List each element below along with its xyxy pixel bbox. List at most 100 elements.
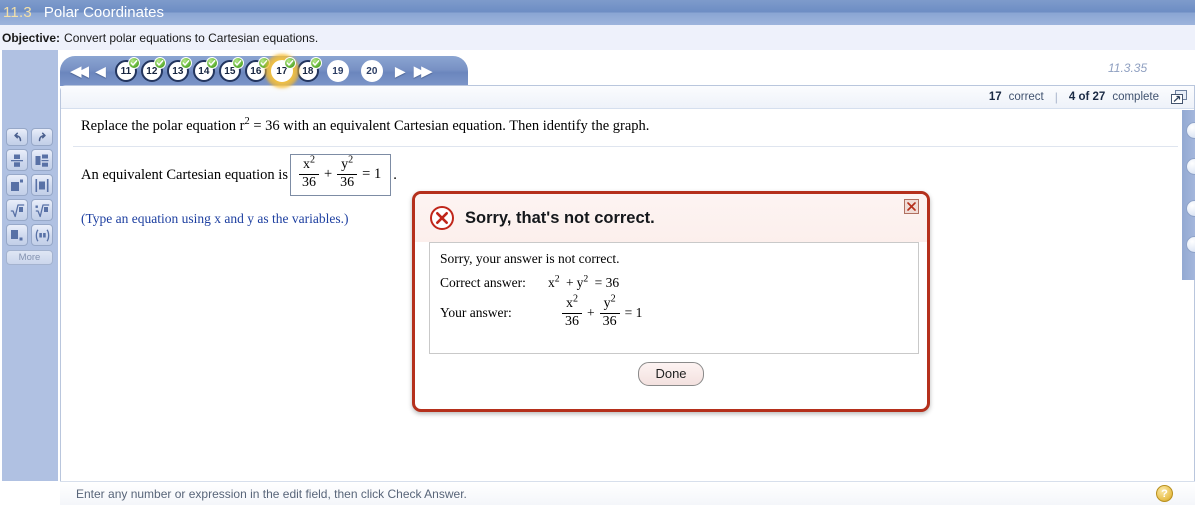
mixed-number-icon[interactable] <box>31 149 53 171</box>
completed-check-icon <box>283 57 296 69</box>
incorrect-answer-dialog: Sorry, that's not correct. Sorry, your a… <box>412 191 930 412</box>
nav-button-label: 20 <box>366 65 378 77</box>
complete-label: complete <box>1112 91 1159 103</box>
redo-icon[interactable] <box>31 128 53 146</box>
nav-button-13[interactable]: 13 <box>166 57 192 82</box>
subscript-icon[interactable] <box>6 224 28 246</box>
fraction-denominator: 36 <box>602 313 617 329</box>
objective-text: Convert polar equations to Cartesian equ… <box>64 30 319 45</box>
exercise-id-label: 11.3.35 <box>1108 61 1148 75</box>
left-toolbar-rail <box>0 50 58 505</box>
numerator-exponent: 2 <box>572 293 579 305</box>
your-answer-expression: x2 36 + y2 36 = 1 <box>560 294 645 329</box>
absolute-value-icon[interactable] <box>31 174 53 196</box>
fraction-numerator: x2 <box>300 155 318 173</box>
expand-window-icon[interactable] <box>1170 89 1188 105</box>
answer-row: An equivalent Cartesian equation is x2 3… <box>81 154 397 196</box>
palette-row-subscript-interval <box>6 224 54 246</box>
objective-bar: Objective: Convert polar equations to Ca… <box>0 25 1195 50</box>
answer-input-field[interactable]: x2 36 + y2 36 = 1 <box>289 154 392 196</box>
close-icon[interactable] <box>904 199 919 214</box>
numerator-exponent: 2 <box>348 154 354 166</box>
dialog-correct-answer-row: Correct answer: x2 + y2 = 36 <box>440 273 908 291</box>
previous-exercise-arrow[interactable]: ◀ <box>93 64 108 78</box>
answer-equals: = 1 <box>362 166 382 182</box>
nav-button-18[interactable]: 18 <box>296 57 322 82</box>
undo-icon[interactable] <box>6 128 28 146</box>
fraction-numerator: x2 <box>563 294 581 312</box>
right-panel-button-3[interactable] <box>1186 200 1195 217</box>
your-answer-equals: = 1 <box>624 305 643 321</box>
completed-check-icon <box>127 57 140 69</box>
right-panel-button-1[interactable] <box>1186 122 1195 139</box>
palette-row-undo-redo <box>6 128 54 146</box>
nav-button-16[interactable]: 16 <box>244 57 270 82</box>
section-title: Polar Coordinates <box>43 4 164 21</box>
nav-button-20[interactable]: 20 <box>360 60 383 82</box>
dialog-body: Sorry, your answer is not correct. Corre… <box>429 242 919 354</box>
bottom-status-bar: Enter any number or expression in the ed… <box>60 481 1195 505</box>
correct-count: 17 <box>988 91 1002 103</box>
completed-check-icon <box>309 57 322 69</box>
nav-button-17-current[interactable]: 17 <box>270 57 296 82</box>
interval-icon[interactable] <box>31 224 53 246</box>
numerator-variable: x <box>565 296 573 311</box>
nav-button-11[interactable]: 11 <box>114 57 140 82</box>
correct-plus: + <box>565 275 574 290</box>
nav-button-label: 19 <box>332 65 344 77</box>
question-divider <box>73 146 1178 147</box>
your-answer-label: Your answer: <box>440 305 512 321</box>
right-panel-button-2[interactable] <box>1186 158 1195 175</box>
correct-answer-expression: x2 + y2 = 36 <box>548 273 622 291</box>
dialog-your-answer-row: Your answer: x2 36 + y2 36 = 1 <box>440 294 908 329</box>
your-answer-operator: + <box>587 305 595 321</box>
right-panel-button-4[interactable] <box>1186 236 1195 253</box>
left-toolbar-background <box>2 50 58 505</box>
correct-label: correct <box>1008 91 1044 103</box>
objective-label: Objective: <box>2 30 61 45</box>
correct-equals: = 36 <box>594 275 620 290</box>
completed-check-icon <box>231 57 244 69</box>
exercise-navigation-bar: ◀◀ ◀ 11 12 13 14 15 16 17 18 19 20 ▶ ▶▶ <box>60 56 468 86</box>
dialog-header: Sorry, that's not correct. <box>415 194 927 242</box>
your-fraction-1: x2 36 <box>562 294 582 329</box>
fraction-icon[interactable] <box>6 149 28 171</box>
answer-prompt: An equivalent Cartesian equation is <box>81 166 288 183</box>
section-number: 11.3 <box>3 4 32 21</box>
next-exercise-arrow[interactable]: ▶ <box>393 64 408 78</box>
dialog-title: Sorry, that's not correct. <box>465 208 655 227</box>
completed-check-icon <box>205 57 218 69</box>
palette-row-exponent-abs <box>6 174 54 196</box>
numerator-exponent: 2 <box>610 293 616 305</box>
numerator-variable: x <box>302 157 310 173</box>
completed-check-icon <box>257 57 270 69</box>
correct-y-exponent: 2 <box>583 273 589 285</box>
completed-check-icon <box>153 57 166 69</box>
completed-check-icon <box>179 57 192 69</box>
more-symbols-button[interactable]: More <box>6 250 53 265</box>
answer-fraction-2: y2 36 <box>337 154 358 190</box>
application-root: 11.3 Polar Coordinates Objective: Conver… <box>0 0 1195 505</box>
correct-x-exponent: 2 <box>554 273 560 285</box>
fraction-numerator: y2 <box>601 294 619 312</box>
palette-row-fractions <box>6 149 54 171</box>
done-button[interactable]: Done <box>638 362 704 386</box>
question-part-2: = 36 with an equivalent Cartesian equati… <box>249 118 650 134</box>
fraction-numerator: y2 <box>338 154 356 173</box>
fraction-denominator: 36 <box>565 313 579 329</box>
help-icon[interactable]: ? <box>1156 485 1173 502</box>
nav-button-12[interactable]: 12 <box>140 57 166 82</box>
nth-root-icon[interactable] <box>31 199 53 221</box>
nav-button-19[interactable]: 19 <box>326 60 349 82</box>
answer-period: . <box>393 166 397 183</box>
square-root-icon[interactable] <box>6 199 28 221</box>
your-fraction-2: y2 36 <box>599 294 620 329</box>
nav-button-14[interactable]: 14 <box>192 57 218 82</box>
exponent-icon[interactable] <box>6 174 28 196</box>
first-exercise-arrow[interactable]: ◀◀ <box>68 64 90 79</box>
error-circle-x-icon <box>429 205 455 231</box>
last-exercise-arrow[interactable]: ▶▶ <box>412 64 435 79</box>
correct-answer-label: Correct answer: <box>440 275 526 290</box>
fraction-denominator: 36 <box>340 175 355 190</box>
nav-button-15[interactable]: 15 <box>218 57 244 82</box>
